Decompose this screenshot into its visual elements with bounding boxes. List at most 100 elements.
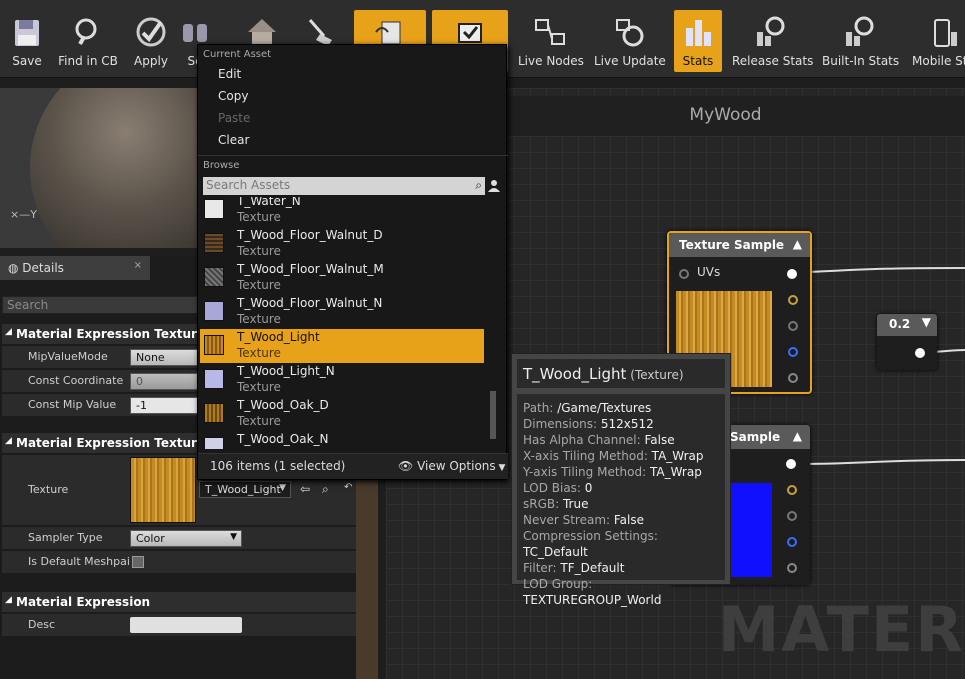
texture-thumbnail[interactable] [130,457,196,523]
edit-menu-item[interactable]: Edit [218,67,241,81]
b-output-pin[interactable] [787,537,797,547]
list-item[interactable]: T_Wood_Light_N Texture [200,363,487,397]
collapse-icon: ◢ [5,436,12,446]
texture-asset-picker[interactable]: T_Wood_Light ▼ [199,481,291,498]
list-item[interactable]: T_Wood_Floor_Walnut_D Texture [200,227,487,261]
checkmark-circle-icon [136,17,166,47]
live-nodes-button[interactable]: Live Nodes [518,10,584,72]
mobile-stats-button[interactable]: Mobile Sta [908,10,965,72]
asset-picker-menu: Current Asset Edit Copy Paste Clear Brow… [197,44,508,480]
asset-name: T_Water_N [237,197,301,208]
a-output-pin[interactable] [787,563,797,573]
r-output-pin[interactable] [788,295,798,305]
search-icon: ⌕ [475,178,482,192]
g-output-pin[interactable] [788,321,798,331]
tooltip-row-key: X-axis Tiling Method: [523,449,652,463]
browse-section-label: Browse [203,160,240,171]
preview-viewport[interactable]: ×—Y [0,88,200,248]
list-item[interactable]: T_Wood_Floor_Walnut_M Texture [200,261,487,295]
is-default-meshpaint-label: Is Default Meshpai [28,555,130,568]
details-search-input[interactable]: Search [2,296,202,314]
live-update-button[interactable]: Live Update [594,10,666,72]
tooltip-body: Path: /Game/Textures Dimensions: 512x512 H… [517,394,725,607]
asset-name: T_Wood_Light_N [237,364,335,378]
rgb-output-pin[interactable] [786,459,796,469]
browse-icon[interactable]: ⌕ [322,482,329,497]
release-stats-button[interactable]: Release Stats [732,10,813,72]
chevron-down-icon: ▼ [230,532,237,542]
constant-output-pin[interactable] [915,348,925,358]
collapse-arrow-icon[interactable]: ▲ [793,237,802,251]
material-editor-window: Save Find in CB Apply Se Live Nodes Live… [0,0,965,679]
copy-menu-item[interactable]: Copy [218,89,248,103]
use-selected-icon[interactable]: ⇦ [300,482,310,496]
builtin-stats-button[interactable]: Built-In Stats [822,10,900,72]
live-update-label: Live Update [594,54,666,68]
apply-button[interactable]: Apply [128,10,174,72]
live-nodes-label: Live Nodes [518,54,584,68]
reset-icon[interactable]: ↶ [344,482,352,493]
asset-type: Texture [237,278,281,292]
collapse-arrow-icon[interactable]: ▼ [922,315,931,329]
uvs-label: UVs [697,265,721,279]
details-tab[interactable]: ◍ Details × [0,256,150,280]
tooltip-row: Compression Settings: TC_Default [523,528,719,560]
mobile-stats-label: Mobile Sta [912,54,965,68]
uvs-input-pin[interactable] [679,269,689,279]
asset-type: Texture [237,380,281,394]
desc-field[interactable] [130,617,242,633]
tooltip-row-value: True [562,497,589,511]
find-in-cb-label: Find in CB [58,54,118,68]
tooltip-row: Filter: TF_Default [523,560,719,576]
list-item[interactable]: T_Wood_Oak_D Texture [200,397,487,431]
preview-sphere [30,88,200,248]
list-item[interactable]: T_Water_N Texture [200,197,487,227]
is-default-meshpaint-checkbox[interactable] [132,556,144,568]
asset-name: T_Wood_Floor_Walnut_N [237,296,383,310]
find-in-cb-button[interactable]: Find in CB [56,10,120,72]
builtin-stats-label: Built-In Stats [822,54,900,68]
a-output-pin[interactable] [788,373,798,383]
save-button[interactable]: Save [4,10,50,72]
tooltip-row-value: TEXTUREGROUP_World [523,593,662,607]
r-output-pin[interactable] [787,485,797,495]
section-texture-sample-label: Material Expression Texture Sa [16,327,227,341]
section-material-expression[interactable]: ◢ Material Expression [2,592,356,612]
list-item[interactable]: T_Wood_Floor_Walnut_N Texture [200,295,487,329]
close-icon[interactable]: × [134,260,142,271]
constant-node[interactable]: 0.2 ▼ [877,314,937,370]
node-header: Texture Sample ▲ [669,233,810,257]
live-update-icon [616,19,644,47]
collapse-icon: ◢ [5,595,12,605]
stats-button[interactable]: Stats [674,10,722,72]
user-filter-icon[interactable] [487,179,501,193]
tooltip-row-key: Dimensions: [523,417,601,431]
rgb-output-pin[interactable] [787,269,797,279]
chevron-down-icon: ▼ [495,463,506,473]
magnifier-icon [75,18,97,45]
asset-name: T_Wood_Oak_D [237,398,329,412]
sampler-type-select[interactable]: Color ▼ [130,530,242,547]
list-item-selected[interactable]: T_Wood_Light Texture [200,329,484,363]
b-output-pin[interactable] [788,347,798,357]
list-item[interactable]: T_Wood_Oak_N Texture [200,431,487,449]
asset-list-footer: 106 items (1 selected) 👁 View Options ▼ [198,453,508,479]
asset-type: Texture [237,414,281,428]
tooltip-row: Dimensions: 512x512 [523,416,719,432]
asset-search-input[interactable]: Search Assets ⌕ [203,177,485,195]
g-output-pin[interactable] [787,511,797,521]
tooltip-row-value: TF_Default [560,561,625,575]
live-nodes-icon [535,19,565,45]
asset-thumbnail [204,437,224,449]
material-watermark: MATER [717,593,965,666]
view-options-button[interactable]: 👁 View Options ▼ [398,459,505,473]
asset-thumbnail [204,199,224,219]
asset-thumbnail [204,335,224,355]
tooltip-row-key: Path: [523,401,558,415]
clear-menu-item[interactable]: Clear [218,133,249,147]
asset-thumbnail [204,403,224,423]
collapse-arrow-icon[interactable]: ▲ [793,429,802,443]
asset-type: Texture [237,244,281,258]
asset-list-scrollbar[interactable] [490,391,496,439]
chevron-down-icon: ▼ [279,483,286,493]
